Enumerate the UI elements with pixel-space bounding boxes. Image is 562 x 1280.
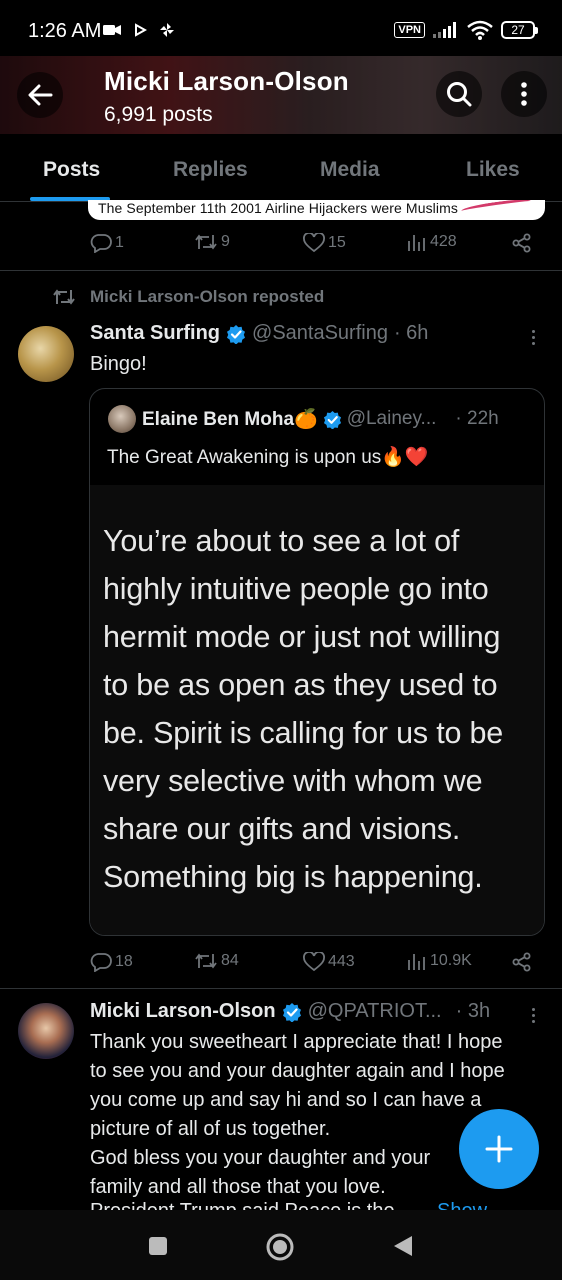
quoted-post-time: · 22h — [455, 408, 499, 429]
video-icon — [103, 25, 121, 35]
share-icon — [512, 233, 531, 253]
like-count: 15 — [328, 234, 346, 251]
author-handle[interactable]: @SantaSurfing — [252, 322, 388, 345]
avatar[interactable] — [18, 1003, 74, 1059]
reply-button[interactable]: 18 — [90, 952, 133, 972]
reply-button[interactable]: 1 — [90, 233, 124, 253]
quoted-author-handle: @Lainey... — [346, 408, 437, 429]
verified-badge-icon — [227, 324, 246, 344]
status-notification-icons — [103, 22, 175, 38]
views-button[interactable]: 10.9K — [407, 952, 472, 970]
play-icon — [135, 23, 147, 37]
repost-icon — [53, 289, 75, 305]
post-divider — [0, 988, 562, 989]
avatar[interactable] — [18, 326, 74, 382]
like-button[interactable]: 15 — [303, 233, 346, 253]
like-count: 443 — [328, 953, 355, 970]
arrow-left-icon — [28, 84, 53, 106]
profile-header: Micki Larson-Olson 6,991 posts — [0, 56, 562, 134]
reply-count: 18 — [115, 953, 133, 970]
post-author-row: Santa Surfing @SantaSurfing · 6h — [90, 322, 428, 345]
share-button[interactable] — [512, 952, 532, 972]
signal-icon — [433, 22, 456, 38]
back-nav-button[interactable] — [392, 1234, 414, 1258]
post-text: Bingo! — [90, 353, 147, 375]
heart-icon — [303, 233, 325, 253]
search-button[interactable] — [436, 71, 482, 117]
quoted-avatar — [108, 405, 136, 433]
post-image-text: The September 11th 2001 Airline Hijacker… — [98, 200, 458, 216]
vpn-icon: VPN — [394, 22, 425, 38]
repost-icon — [195, 234, 217, 250]
more-options-button[interactable] — [501, 71, 547, 117]
post-text: Thank you sweetheart I appreciate that! … — [90, 1031, 505, 1198]
profile-name: Micki Larson-Olson — [104, 66, 349, 96]
post-actions: 18 84 443 10.9K — [90, 952, 535, 978]
post-more-button[interactable] — [528, 1008, 538, 1023]
status-system-icons: VPN 27 — [394, 20, 538, 40]
repost-button[interactable]: 9 — [194, 233, 230, 251]
tab-posts[interactable]: Posts — [43, 158, 100, 182]
tab-replies[interactable]: Replies — [173, 158, 248, 182]
share-icon — [512, 952, 531, 972]
quoted-post-text: The Great Awakening is upon us🔥❤️ — [107, 447, 429, 468]
system-navigation-bar — [0, 1210, 562, 1280]
compose-post-button[interactable] — [459, 1109, 539, 1189]
post-time: · 6h — [393, 322, 429, 344]
repost-label: Micki Larson-Olson reposted — [90, 287, 325, 306]
post-count: 6,991 posts — [104, 103, 213, 126]
profile-tabs: Posts Replies Media Likes — [0, 134, 562, 202]
author-name[interactable]: Santa Surfing — [90, 322, 220, 345]
reply-icon — [90, 953, 112, 972]
repost-count: 9 — [221, 233, 230, 250]
more-vertical-icon — [521, 82, 527, 106]
reply-count: 1 — [115, 234, 124, 251]
post-author-row: Micki Larson-Olson @QPATRIOT... · 3h — [90, 1000, 490, 1023]
post-image[interactable]: The September 11th 2001 Airline Hijacker… — [88, 200, 545, 220]
views-icon — [408, 954, 425, 970]
repost-icon — [195, 953, 217, 969]
pinwheel-icon — [160, 23, 174, 37]
quoted-author-row: Elaine Ben Moha🍊 @Lainey... · 22h — [142, 407, 499, 431]
quoted-image-text: You’re about to see a lot of highly intu… — [103, 524, 504, 894]
wifi-icon — [467, 20, 493, 40]
search-icon — [447, 82, 472, 107]
repost-button[interactable]: 84 — [194, 952, 239, 970]
verified-badge-icon — [282, 1002, 301, 1022]
views-count: 10.9K — [430, 952, 472, 969]
repost-count: 84 — [221, 952, 239, 969]
battery-icon: 27 — [501, 21, 538, 39]
quoted-author-name: Elaine Ben Moha🍊 — [142, 409, 318, 430]
repost-indicator[interactable]: Micki Larson-Olson reposted — [52, 287, 324, 307]
quoted-post[interactable]: Elaine Ben Moha🍊 @Lainey... · 22h The Gr… — [89, 388, 545, 936]
views-icon — [408, 235, 425, 251]
post-divider — [0, 270, 562, 271]
post-actions: 1 9 15 428 — [90, 233, 535, 259]
post-time: · 3h — [455, 1000, 491, 1022]
author-name[interactable]: Micki Larson-Olson — [90, 1000, 276, 1023]
status-time: 1:26 AM — [28, 20, 102, 42]
quoted-post-image[interactable]: You’re about to see a lot of highly intu… — [90, 485, 544, 935]
heart-icon — [303, 952, 325, 972]
square-icon — [149, 1237, 167, 1255]
views-count: 428 — [430, 233, 457, 250]
author-handle[interactable]: @QPATRIOT... — [308, 1000, 442, 1023]
home-circle-icon — [266, 1233, 294, 1261]
share-button[interactable] — [512, 233, 532, 253]
status-bar: 1:26 AM VPN 27 — [0, 0, 562, 58]
tab-media[interactable]: Media — [320, 158, 380, 182]
recent-apps-button[interactable] — [147, 1235, 169, 1257]
post-more-button[interactable] — [528, 330, 538, 345]
plus-icon — [485, 1135, 513, 1163]
tab-likes[interactable]: Likes — [466, 158, 520, 182]
reply-icon — [90, 234, 112, 253]
back-button[interactable] — [17, 72, 63, 118]
views-button[interactable]: 428 — [407, 233, 457, 251]
home-button[interactable] — [265, 1232, 295, 1262]
like-button[interactable]: 443 — [303, 952, 355, 972]
verified-badge-icon — [323, 410, 341, 429]
triangle-back-icon — [394, 1236, 412, 1256]
